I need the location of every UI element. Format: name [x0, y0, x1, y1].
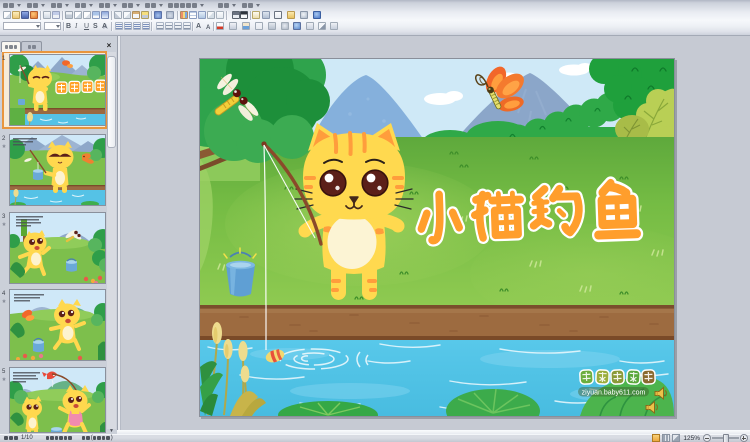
svg-text:ziyuan.baby611.com: ziyuan.baby611.com — [582, 390, 646, 397]
